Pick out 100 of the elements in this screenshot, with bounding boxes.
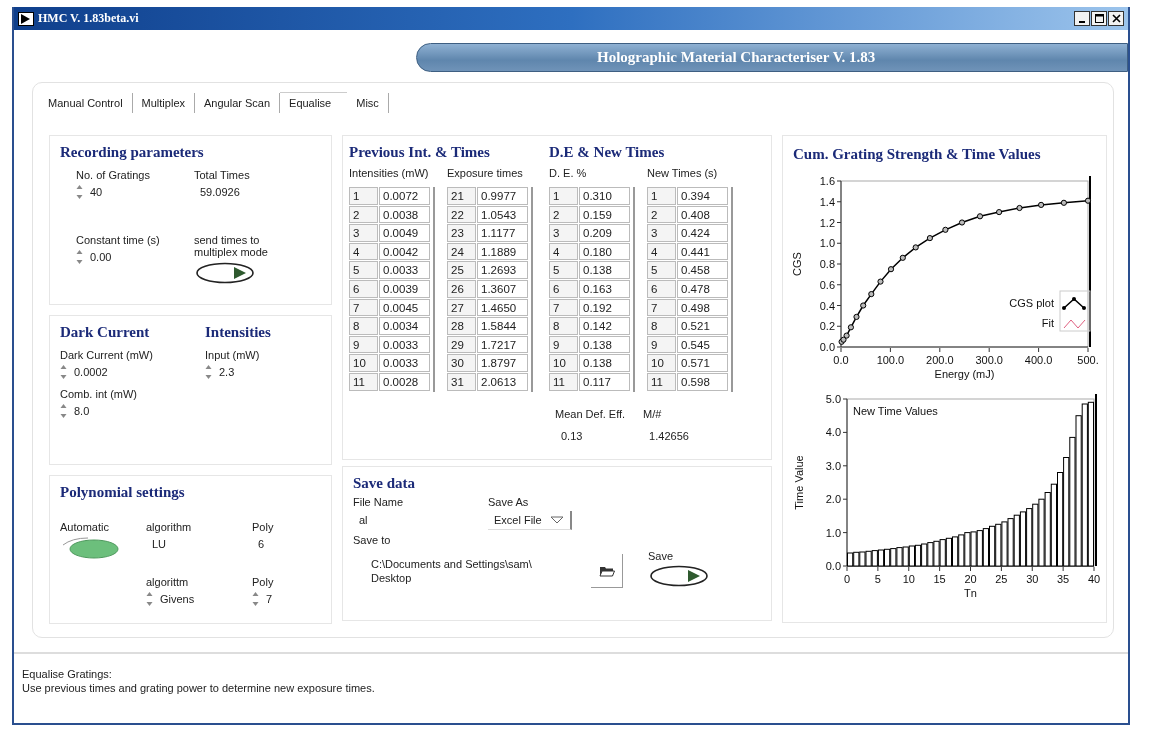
- field-label: Poly: [252, 521, 275, 533]
- row-index: 5: [349, 261, 378, 279]
- app-banner: Holographic Material Characteriser V. 1.83: [416, 42, 1128, 72]
- tick-label: 30: [1026, 573, 1039, 585]
- tick-label: 1.0: [825, 526, 841, 539]
- field-label: algorithm: [146, 521, 193, 533]
- table-cell: 0.498: [677, 298, 728, 317]
- field-label: Mean Def. Eff.: [555, 407, 626, 420]
- row-index: 3: [349, 224, 378, 242]
- table-cell: 1.1177: [477, 224, 528, 242]
- axis-title: CGS: [791, 252, 803, 276]
- section-title: Previous Int. & Times: [349, 144, 491, 161]
- table-cell: 0.9977: [477, 187, 528, 205]
- row-index: 1: [349, 187, 378, 205]
- field-label: Automatic: [60, 521, 110, 533]
- table-cell: 0.142: [579, 317, 630, 335]
- row-index: 7: [549, 298, 578, 317]
- field-label: Input (mW): [205, 349, 261, 361]
- table-cell: 0.209: [579, 224, 630, 242]
- row-index: 26: [447, 279, 476, 298]
- window-title: HMC V. 1.83beta.vi: [38, 11, 139, 26]
- field-label: Dark Current (mW): [60, 349, 154, 361]
- tick-label: 0.6: [819, 278, 835, 291]
- tick-label: 0.0: [819, 341, 835, 353]
- table-cell: 0.441: [677, 242, 728, 261]
- table-cell: 2.0613: [477, 372, 528, 391]
- table-cell: 0.545: [677, 335, 728, 354]
- tick-label: 4.0: [825, 426, 841, 439]
- row-index: 11: [647, 372, 676, 391]
- tick-label: 5: [874, 573, 881, 585]
- field-label: M/#: [643, 407, 663, 420]
- section-title: Cum. Grating Strength & Time Values: [793, 146, 1042, 163]
- row-index: 10: [647, 354, 676, 372]
- array-label: D. E. %: [549, 167, 588, 181]
- tick-label: 20: [964, 573, 977, 585]
- field-label: Save: [648, 550, 675, 562]
- table-cell: 0.310: [579, 187, 630, 205]
- row-index: 4: [549, 242, 578, 261]
- tick-label: 40: [1087, 573, 1101, 585]
- tick-label: 35: [1057, 573, 1070, 585]
- row-index: 11: [549, 372, 578, 391]
- field-label: Comb. int (mW): [60, 388, 138, 400]
- table-cell: 0.159: [579, 205, 630, 224]
- section-title: Polynomial settings: [60, 484, 186, 502]
- field-label: No. of Gratings: [76, 169, 151, 181]
- row-index: 10: [349, 354, 378, 372]
- field-label: File Name: [353, 496, 405, 508]
- tick-label: 0.0: [825, 560, 841, 572]
- row-index: 3: [647, 224, 676, 242]
- table-cell: 0.192: [579, 298, 630, 317]
- tick-label: 10: [902, 573, 915, 585]
- table-cell: 0.0038: [379, 205, 430, 224]
- tick-label: 0: [843, 573, 851, 585]
- row-index: 24: [447, 242, 476, 261]
- array-label: Exposure times: [447, 167, 524, 181]
- row-index: 8: [349, 317, 378, 335]
- row-index: 8: [549, 317, 578, 335]
- field-label: algorittm: [146, 576, 190, 588]
- field-label: send times to multiplex mode: [194, 233, 269, 258]
- tick-label: 200.0: [926, 354, 954, 366]
- row-index: 2: [549, 205, 578, 224]
- tick-label: 0.4: [819, 299, 835, 312]
- tick-label: 5.0: [825, 393, 841, 405]
- tick-label: 400.0: [1024, 354, 1053, 366]
- table-cell: 1.0543: [477, 205, 528, 224]
- legend-label: Fit: [1041, 317, 1054, 329]
- description-title: Equalise Gratings:: [22, 668, 113, 680]
- table-cell: 1.4650: [477, 298, 528, 317]
- row-index: 10: [549, 354, 578, 372]
- table-cell: 1.5844: [477, 317, 528, 335]
- table-cell: 0.598: [677, 372, 728, 391]
- table-cell: 1.1889: [477, 242, 528, 261]
- tick-label: 1.2: [819, 216, 835, 229]
- row-index: 29: [447, 335, 476, 354]
- table-cell: 1.3607: [477, 279, 528, 298]
- table-cell: 0.394: [677, 187, 728, 205]
- table-cell: 0.0039: [379, 279, 430, 298]
- row-index: 28: [447, 317, 476, 335]
- table-cell: 0.138: [579, 354, 630, 372]
- table-cell: 0.0028: [379, 372, 430, 391]
- row-index: 23: [447, 224, 476, 242]
- row-index: 3: [549, 224, 578, 242]
- array-label: New Times (s): [647, 167, 719, 181]
- table-cell: 0.0034: [379, 317, 430, 335]
- table-cell: 0.0049: [379, 224, 430, 242]
- table-cell: 0.138: [579, 261, 630, 279]
- table-cell: 0.0033: [379, 354, 430, 372]
- table-cell: 0.0072: [379, 187, 430, 205]
- row-index: 31: [447, 372, 476, 391]
- table-cell: 0.458: [677, 261, 728, 279]
- table-cell: 0.571: [677, 354, 728, 372]
- table-cell: 0.521: [677, 317, 728, 335]
- row-index: 1: [549, 187, 578, 205]
- tick-label: 500.: [1077, 354, 1099, 366]
- row-index: 9: [647, 335, 676, 354]
- table-cell: 0.408: [677, 205, 728, 224]
- table-cell: 1.8797: [477, 354, 528, 372]
- row-index: 30: [447, 354, 476, 372]
- table-cell: 0.163: [579, 279, 630, 298]
- row-index: 9: [549, 335, 578, 354]
